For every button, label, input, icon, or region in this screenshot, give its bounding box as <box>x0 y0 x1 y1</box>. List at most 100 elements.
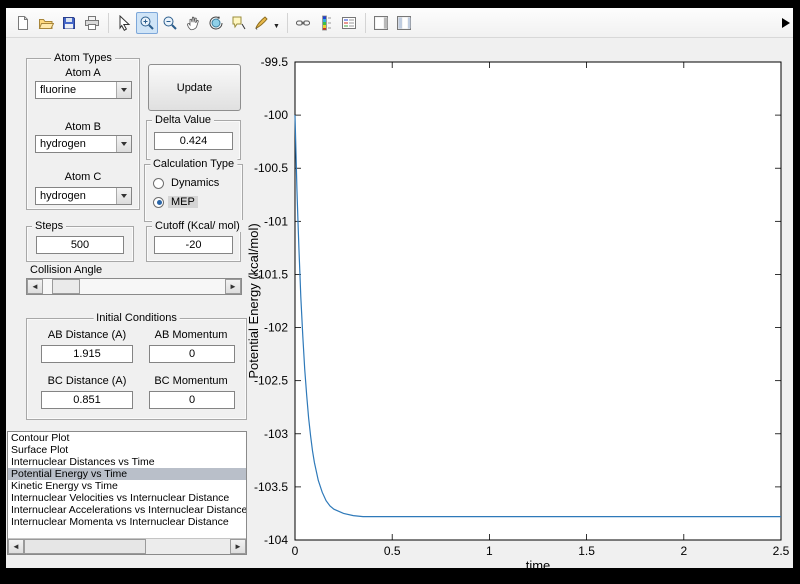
x-tick-label: 1.5 <box>578 544 595 558</box>
list-item-kinetic-energy-vs-time[interactable]: Kinetic Energy vs Time <box>8 480 246 492</box>
toolbar-button-zoom-in[interactable] <box>136 11 158 34</box>
x-tick-label: 0.5 <box>384 544 401 558</box>
delta-value-field[interactable] <box>154 132 233 150</box>
save-icon <box>63 16 75 29</box>
atom-a-selected-value: fluorine <box>40 84 77 96</box>
atom-b-dropdown[interactable]: hydrogen <box>35 135 132 153</box>
radio-row-dynamics[interactable]: Dynamics <box>153 177 222 189</box>
bc-momentum-label: BC Momentum <box>154 375 228 387</box>
plot-area[interactable]: 0 0.5 1 1.5 2 2.5 -99.5 -100 -100.5 -101 -101.5 -10… <box>236 48 793 568</box>
toolbar-button-zoom-out[interactable] <box>159 12 181 34</box>
y-tick-label: -100.5 <box>254 161 288 175</box>
toolbar-button-brush[interactable] <box>251 12 273 34</box>
atom-c-selected-value: hydrogen <box>40 190 86 202</box>
atom-b-dropdown-button[interactable] <box>116 136 131 152</box>
list-item-internuclear-velocities[interactable]: Internuclear Velocities vs Internuclear … <box>8 492 246 504</box>
toolbar-button-data-cursor[interactable] <box>228 12 250 34</box>
plot-type-listbox[interactable]: Contour Plot Surface Plot Internuclear D… <box>7 431 247 555</box>
y-tick-label: -101 <box>264 214 288 228</box>
open-file-icon <box>38 18 54 29</box>
chevron-down-icon <box>121 88 127 92</box>
x-tick-label: 1 <box>486 544 493 558</box>
bc-distance-label: BC Distance (A) <box>47 375 127 387</box>
data-cursor-icon <box>232 16 246 29</box>
scrollbar-left-arrow[interactable]: ◄ <box>8 539 24 554</box>
y-tick-label: -100 <box>264 108 288 122</box>
collision-angle-slider-thumb[interactable] <box>51 279 80 294</box>
y-tick-label: -103.5 <box>254 480 288 494</box>
atom-c-dropdown-button[interactable] <box>116 188 131 204</box>
insert-colorbar-icon <box>322 15 331 30</box>
edit-plot-arrow-icon <box>119 14 131 31</box>
x-tick-label: 2.5 <box>773 544 790 558</box>
toolbar-button-print-figure[interactable] <box>81 12 103 34</box>
zoom-out-icon <box>163 16 177 30</box>
atom-a-dropdown[interactable]: fluorine <box>35 81 132 99</box>
toolbar-separator <box>108 12 109 33</box>
scrollbar-thumb[interactable] <box>24 539 146 554</box>
update-button[interactable]: Update <box>148 64 241 111</box>
list-item-internuclear-momenta[interactable]: Internuclear Momenta vs Internuclear Dis… <box>8 516 246 528</box>
radio-row-mep[interactable]: MEP <box>153 196 198 208</box>
toolbar-button-edit-plot[interactable] <box>113 12 135 34</box>
initial-conditions-panel-title: Initial Conditions <box>93 312 180 324</box>
list-item-potential-energy-vs-time[interactable]: Potential Energy vs Time <box>8 468 246 480</box>
toolbar-button-hide-plot-tools[interactable] <box>370 12 392 34</box>
radio-dynamics-label: Dynamics <box>171 177 220 189</box>
x-axis-label: time <box>526 558 551 568</box>
steps-panel-title: Steps <box>32 220 67 232</box>
ab-distance-field[interactable] <box>41 345 133 363</box>
list-item-contour-plot[interactable]: Contour Plot <box>8 432 246 444</box>
chevron-down-icon <box>121 194 127 198</box>
dock-figure-arrow[interactable] <box>782 18 790 28</box>
collision-angle-label: Collision Angle <box>30 264 103 276</box>
atom-c-dropdown[interactable]: hydrogen <box>35 187 132 205</box>
zoom-in-icon <box>140 16 154 30</box>
potential-energy-chart[interactable]: 0 0.5 1 1.5 2 2.5-99.5-100-100.5-101-101.5-10… <box>236 48 793 568</box>
listbox-horizontal-scrollbar[interactable]: ◄ ► <box>8 538 246 554</box>
cutoff-field[interactable] <box>154 236 233 254</box>
link-plot-icon <box>295 20 310 25</box>
toolbar-separator <box>286 12 288 33</box>
brush-dropdown-caret[interactable]: ▼ <box>273 23 280 30</box>
toolbar-button-link-plot[interactable] <box>292 12 314 34</box>
cutoff-panel-title: Cutoff (Kcal/ mol) <box>152 220 243 232</box>
collision-angle-slider[interactable]: ◄ ► <box>26 278 242 295</box>
list-item-surface-plot[interactable]: Surface Plot <box>8 444 246 456</box>
brush-icon <box>255 15 268 30</box>
figure-window: ▼ Atom Types Atom A fluorine Atom B hydr… <box>6 8 793 568</box>
toolbar-button-open-file[interactable] <box>35 12 57 34</box>
atom-a-dropdown-button[interactable] <box>116 82 131 98</box>
bc-momentum-field[interactable] <box>149 391 235 409</box>
atom-b-selected-value: hydrogen <box>40 138 86 150</box>
ab-momentum-field[interactable] <box>149 345 235 363</box>
hide-plot-tools-icon <box>373 15 388 30</box>
toolbar-button-pan[interactable] <box>182 12 204 34</box>
y-tick-label: -103 <box>264 427 288 441</box>
toolbar-button-new-figure[interactable] <box>12 12 34 34</box>
radio-dynamics[interactable] <box>153 177 164 189</box>
atom-b-label: Atom B <box>64 121 102 133</box>
list-item-internuclear-accelerations[interactable]: Internuclear Accelerations vs Internucle… <box>8 504 246 516</box>
ab-distance-label: AB Distance (A) <box>47 329 127 341</box>
radio-mep[interactable] <box>153 196 164 208</box>
bc-distance-field[interactable] <box>41 391 133 409</box>
x-tick-label: 2 <box>680 544 687 558</box>
toolbar-button-save-figure[interactable] <box>58 12 80 34</box>
toolbar-button-insert-colorbar[interactable] <box>315 12 337 34</box>
steps-field[interactable] <box>36 236 124 254</box>
toolbar-separator <box>364 12 366 33</box>
toolbar-button-insert-legend[interactable] <box>338 12 360 34</box>
insert-legend-icon <box>341 16 356 29</box>
calculation-type-panel-title: Calculation Type <box>149 158 238 170</box>
toolbar-button-rotate-3d[interactable] <box>205 12 227 34</box>
delta-value-panel-title: Delta Value <box>152 114 215 126</box>
chevron-down-icon <box>121 142 127 146</box>
x-tick-label: 0 <box>292 544 299 558</box>
atom-a-label: Atom A <box>65 67 101 79</box>
rotate-3d-icon <box>209 15 223 29</box>
y-tick-label: -99.5 <box>261 55 289 69</box>
slider-left-arrow-button[interactable]: ◄ <box>27 279 43 294</box>
list-item-internuclear-distances-vs-time[interactable]: Internuclear Distances vs Time <box>8 456 246 468</box>
toolbar-button-show-plot-tools[interactable] <box>393 12 415 34</box>
